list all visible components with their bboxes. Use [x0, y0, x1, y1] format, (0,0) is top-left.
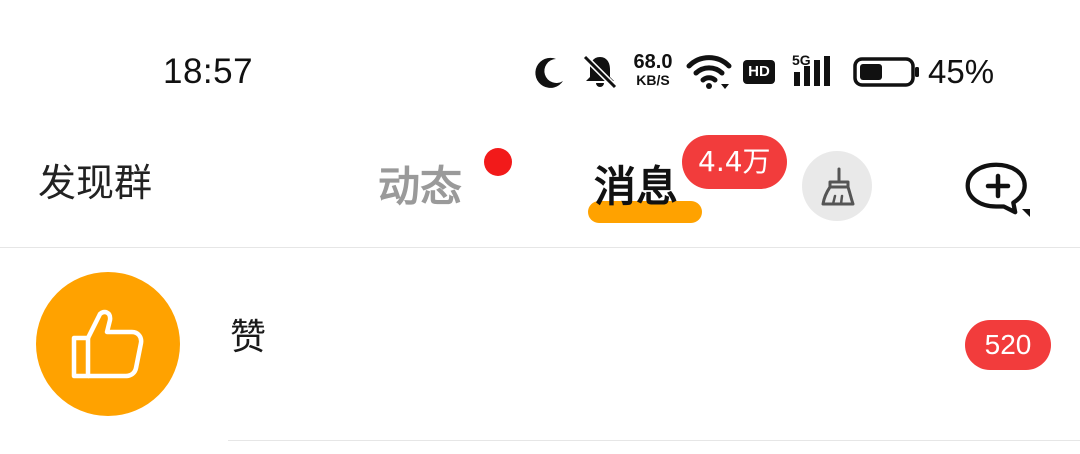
messages-count-badge: 4.4万	[682, 135, 787, 189]
moon-icon	[535, 57, 563, 88]
wifi-icon	[686, 55, 732, 89]
likes-count-badge: 520	[965, 320, 1051, 370]
network-speed-value: 68.0	[633, 51, 673, 73]
tab-dynamic[interactable]: 动态	[378, 159, 462, 215]
battery-icon	[853, 57, 919, 87]
signal-icon	[794, 56, 830, 86]
tab-messages[interactable]: 消息	[594, 159, 678, 215]
network-speed: 68.0 KB/S	[625, 52, 681, 92]
discover-groups-link[interactable]: 发现群	[38, 157, 152, 209]
status-time: 18:57	[163, 52, 254, 91]
message-header: 发现群 动态 消息 4.4万	[0, 135, 1080, 248]
notification-dot	[484, 148, 512, 176]
bell-muted-icon	[582, 54, 618, 90]
broom-icon	[821, 167, 855, 206]
likes-avatar	[36, 272, 180, 416]
status-icons: 68.0 KB/S HD 5G 45%	[530, 48, 1010, 96]
status-bar: 18:57 68.0 KB/S HD 5G 45%	[0, 0, 1080, 145]
add-chat-button[interactable]	[964, 159, 1034, 219]
thumbs-up-icon	[71, 309, 144, 379]
hd-label: HD	[748, 63, 770, 80]
clean-unread-button[interactable]	[802, 151, 872, 221]
chat-plus-icon	[965, 162, 1030, 217]
list-item-title: 赞	[230, 317, 267, 358]
battery-percent: 45%	[928, 53, 995, 90]
list-item-divider	[228, 440, 1080, 441]
network-speed-unit: KB/S	[636, 72, 670, 88]
list-item-likes[interactable]: 赞 520	[0, 248, 1080, 442]
